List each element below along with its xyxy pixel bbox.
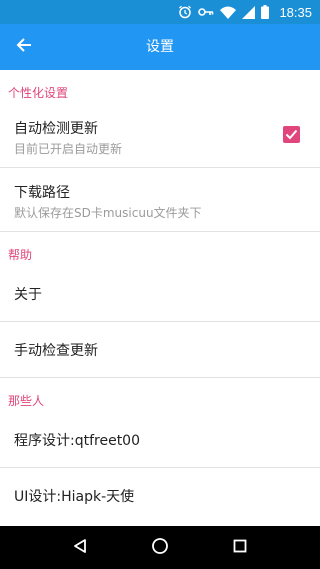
manual-update-title: 手动检查更新 [14, 342, 98, 359]
about-item[interactable]: 关于 [0, 266, 320, 322]
alarm-icon [178, 5, 192, 19]
section-header-help: 帮助 [8, 248, 33, 262]
system-nav-bar [0, 526, 320, 569]
section-header-people: 那些人 [8, 394, 45, 408]
status-bar: 18:35 [0, 0, 320, 24]
nav-home-button[interactable] [148, 536, 172, 560]
home-circle-icon [151, 537, 169, 559]
auto-update-title: 自动检测更新 [14, 121, 98, 137]
wifi-icon [220, 6, 237, 19]
download-path-item[interactable]: 下载路径 默认保存在SD卡musicuu文件夹下 [0, 168, 320, 232]
nav-recents-button[interactable] [228, 536, 252, 560]
back-triangle-icon [72, 538, 88, 558]
check-icon [285, 125, 298, 144]
programmer-item[interactable]: 程序设计:qtfreet00 [0, 412, 320, 468]
auto-update-item[interactable]: 自动检测更新 目前已开启自动更新 [0, 104, 320, 168]
download-path-subtitle: 默认保存在SD卡musicuu文件夹下 [14, 206, 202, 220]
ui-designer-title: UI设计:Hiapk-天使 [14, 489, 135, 505]
programmer-title: 程序设计:qtfreet00 [14, 432, 140, 449]
arrow-back-icon [15, 36, 33, 58]
recents-square-icon [233, 538, 247, 557]
auto-update-checkbox[interactable] [283, 126, 300, 143]
page-title: 设置 [146, 39, 174, 55]
battery-icon [261, 5, 270, 19]
settings-list: 个性化设置 自动检测更新 目前已开启自动更新 下载路径 默认保存在SD卡musi… [0, 70, 320, 526]
download-path-title: 下载路径 [14, 185, 70, 201]
nav-back-button[interactable] [68, 536, 92, 560]
about-title: 关于 [14, 286, 42, 303]
key-icon [198, 5, 214, 19]
signal-icon [242, 5, 256, 19]
manual-update-item[interactable]: 手动检查更新 [0, 322, 320, 378]
status-time: 18:35 [279, 4, 312, 20]
section-header-personal: 个性化设置 [8, 86, 69, 100]
app-toolbar: 设置 [0, 24, 320, 70]
ui-designer-item[interactable]: UI设计:Hiapk-天使 [0, 468, 320, 524]
back-button[interactable] [10, 33, 38, 61]
auto-update-subtitle: 目前已开启自动更新 [14, 142, 123, 156]
